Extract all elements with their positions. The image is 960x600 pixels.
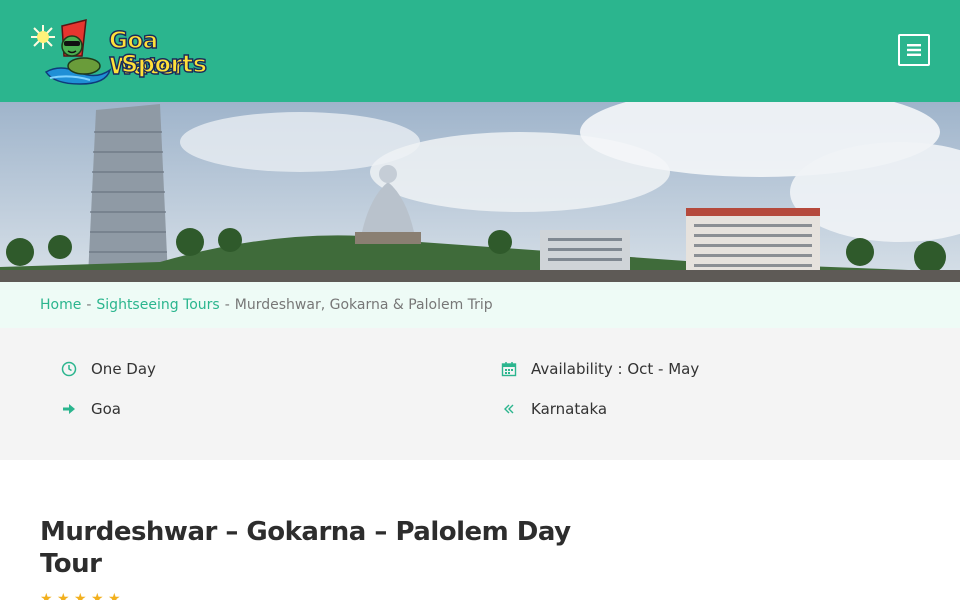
arrow-right-icon <box>60 400 78 418</box>
star-rating: ★ ★ ★ ★ ★ <box>40 592 122 600</box>
calendar-icon <box>500 360 518 378</box>
star-icon: ★ <box>57 591 70 600</box>
double-chevron-left-icon <box>500 400 518 418</box>
breadcrumb-separator: - <box>224 297 230 313</box>
hero-banner-image <box>0 102 960 282</box>
star-icon: ★ <box>74 591 87 600</box>
site-logo[interactable]: Goa Water Sports <box>30 14 230 86</box>
tour-info-panel: One Day Availability : Oct - May Goa Kar… <box>0 328 960 460</box>
star-icon: ★ <box>40 591 53 600</box>
breadcrumb-category-link[interactable]: Sightseeing Tours <box>96 297 219 313</box>
duration-label: One Day <box>91 360 156 378</box>
start-location-label: Goa <box>91 400 121 418</box>
breadcrumb: Home - Sightseeing Tours - Murdeshwar, G… <box>0 282 960 328</box>
breadcrumb-current: Murdeshwar, Gokarna & Palolem Trip <box>234 297 493 313</box>
duration-info: One Day <box>60 360 156 378</box>
start-location-info: Goa <box>60 400 121 418</box>
site-header: Goa Water Sports <box>0 0 960 102</box>
menu-toggle-button[interactable] <box>898 34 930 66</box>
destination-label: Karnataka <box>531 400 608 418</box>
page-title: Murdeshwar – Gokarna – Palolem Day Tour <box>40 517 571 579</box>
star-icon: ★ <box>108 591 121 600</box>
availability-info: Availability : Oct - May <box>500 360 699 378</box>
logo-text-line2: Sports <box>120 49 207 78</box>
hamburger-menu-icon <box>907 44 921 56</box>
breadcrumb-home-link[interactable]: Home <box>40 297 81 313</box>
availability-label: Availability : Oct - May <box>531 360 700 378</box>
breadcrumb-separator: - <box>86 297 92 313</box>
star-icon: ★ <box>91 591 104 600</box>
turtle-mascot-icon <box>44 19 112 85</box>
clock-icon <box>60 360 78 378</box>
destination-info: Karnataka <box>500 400 607 418</box>
